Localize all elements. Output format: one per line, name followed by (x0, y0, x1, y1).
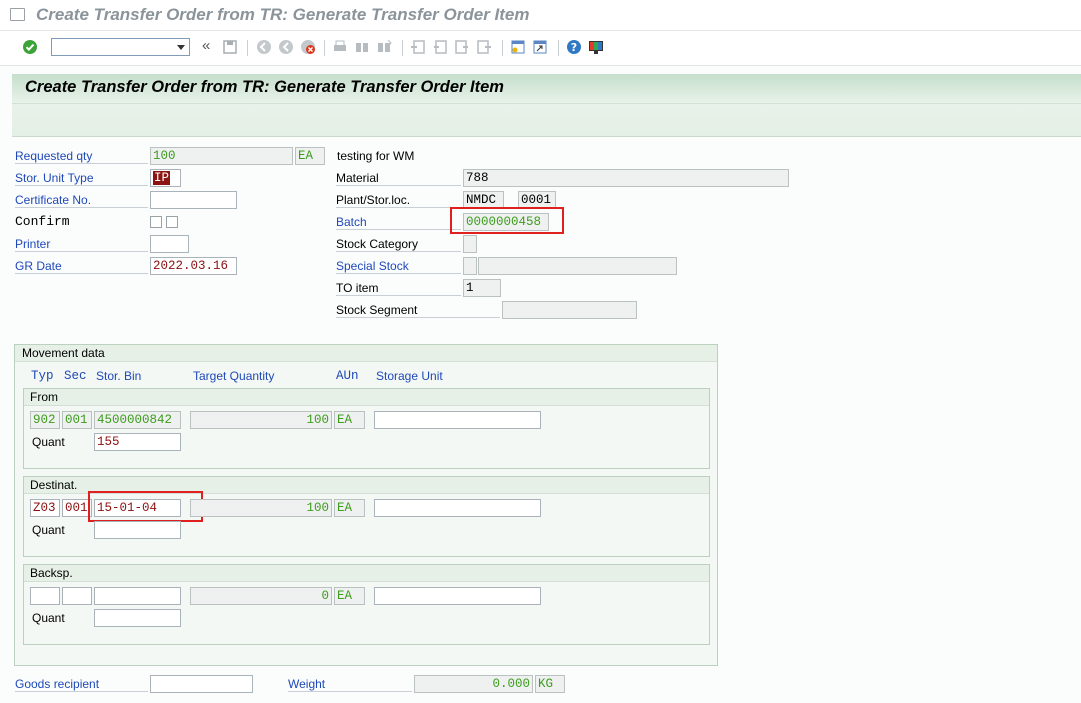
stor-unit-type-field[interactable]: IP (150, 169, 181, 187)
stor-unit-type-label[interactable]: Stor. Unit Type (15, 171, 148, 186)
batch-highlight-box (450, 207, 564, 234)
window-titlebar: Create Transfer Order from TR: Generate … (0, 0, 1081, 31)
cancel-icon[interactable] (300, 39, 316, 55)
from-target-qty-field: 100 (190, 411, 332, 429)
next-page-icon[interactable] (454, 39, 470, 55)
backsp-target-qty-field: 0 (190, 587, 332, 605)
svg-text:?: ? (571, 41, 577, 54)
backsp-typ-field[interactable] (30, 587, 60, 605)
gr-date-field[interactable]: 2022.03.16 (150, 257, 237, 275)
stor-unit-type-value: IP (153, 171, 171, 185)
command-field[interactable] (51, 38, 190, 56)
confirm-checkbox-2[interactable] (166, 216, 178, 228)
dest-target-qty-field: 100 (190, 499, 332, 517)
screen-header: Create Transfer Order from TR: Generate … (12, 74, 1081, 137)
col-target-quantity: Target Quantity (193, 369, 275, 383)
destination-title: Destinat. (30, 478, 78, 492)
col-sec: Sec (64, 369, 87, 383)
col-storage-unit: Storage Unit (376, 369, 443, 383)
backsp-quant-label: Quant (32, 611, 65, 625)
dest-quant-label: Quant (32, 523, 65, 537)
from-storage-unit-field[interactable] (374, 411, 541, 429)
find-next-icon[interactable] (376, 39, 392, 55)
transaction-icon (10, 8, 25, 21)
back-icon[interactable] (256, 39, 272, 55)
from-quant-field[interactable]: 155 (94, 433, 181, 451)
weight-label: Weight (288, 677, 412, 692)
dest-storage-unit-field[interactable] (374, 499, 541, 517)
dest-aun-field: EA (334, 499, 365, 517)
exit-icon[interactable] (278, 39, 294, 55)
dest-typ-field[interactable]: Z03 (30, 499, 60, 517)
from-typ-field: 902 (30, 411, 60, 429)
header-divider (12, 103, 1081, 104)
backsp-sec-field[interactable] (62, 587, 92, 605)
backsp-storage-unit-field[interactable] (374, 587, 541, 605)
stock-segment-label: Stock Segment (336, 303, 500, 318)
col-stor-bin: Stor. Bin (96, 369, 142, 383)
stock-category-field (463, 235, 477, 253)
movement-data-title: Movement data (22, 346, 105, 360)
from-quant-label: Quant (32, 435, 65, 449)
certificate-no-field[interactable] (150, 191, 237, 209)
shortcut-icon[interactable] (532, 39, 548, 55)
goods-recipient-label: Goods recipient (15, 677, 148, 692)
enter-icon[interactable] (22, 39, 38, 55)
dest-bin-highlight-box (88, 491, 203, 522)
save-icon[interactable] (222, 39, 238, 55)
special-stock-number-field (478, 257, 677, 275)
collapse-icon[interactable]: « (202, 37, 210, 54)
from-title: From (30, 390, 58, 404)
col-aun: AUn (336, 369, 359, 383)
to-item-field: 1 (463, 279, 501, 297)
page-title: Create Transfer Order from TR: Generate … (25, 78, 504, 96)
requested-qty-field: 100 (150, 147, 293, 165)
backsp-aun-field: EA (334, 587, 365, 605)
confirm-label: Confirm (15, 214, 70, 229)
last-page-icon[interactable] (476, 39, 492, 55)
special-stock-label: Special Stock (336, 259, 461, 274)
backsp-quant-field[interactable] (94, 609, 181, 627)
col-typ: Typ (31, 369, 54, 383)
printer-label: Printer (15, 237, 148, 252)
prev-page-icon[interactable] (432, 39, 448, 55)
requested-qty-label: Requested qty (15, 149, 148, 164)
customize-icon[interactable] (588, 39, 604, 55)
print-icon[interactable] (332, 39, 348, 55)
certificate-no-label: Certificate No. (15, 193, 148, 208)
new-session-icon[interactable] (510, 39, 526, 55)
dest-quant-field[interactable] (94, 521, 181, 539)
help-icon[interactable]: ? (566, 39, 582, 55)
plant-sloc-label: Plant/Stor.loc. (336, 193, 461, 208)
material-field: 788 (463, 169, 789, 187)
from-sec-field: 001 (62, 411, 92, 429)
goods-recipient-field[interactable] (150, 675, 253, 693)
from-bin-field: 4500000842 (94, 411, 181, 429)
stock-segment-field (502, 301, 637, 319)
confirm-checkbox-1[interactable] (150, 216, 162, 228)
printer-field[interactable] (150, 235, 189, 253)
system-toolbar: « ? (0, 31, 1081, 66)
weight-field: 0.000 (414, 675, 533, 693)
find-icon[interactable] (354, 39, 370, 55)
special-stock-field (463, 257, 477, 275)
gr-date-label: GR Date (15, 259, 148, 274)
stock-category-label: Stock Category (336, 237, 461, 252)
to-item-label: TO item (336, 281, 461, 296)
chevron-down-icon[interactable] (177, 45, 185, 50)
batch-label: Batch (336, 215, 461, 230)
backsp-bin-field[interactable] (94, 587, 181, 605)
requested-qty-unit: EA (295, 147, 325, 165)
weight-unit-field: KG (535, 675, 565, 693)
window-title: Create Transfer Order from TR: Generate … (36, 5, 530, 24)
material-label: Material (336, 171, 461, 186)
first-page-icon[interactable] (410, 39, 426, 55)
backsp-title: Backsp. (30, 566, 73, 580)
description-text: testing for WM (337, 149, 415, 163)
from-aun-field: EA (334, 411, 365, 429)
